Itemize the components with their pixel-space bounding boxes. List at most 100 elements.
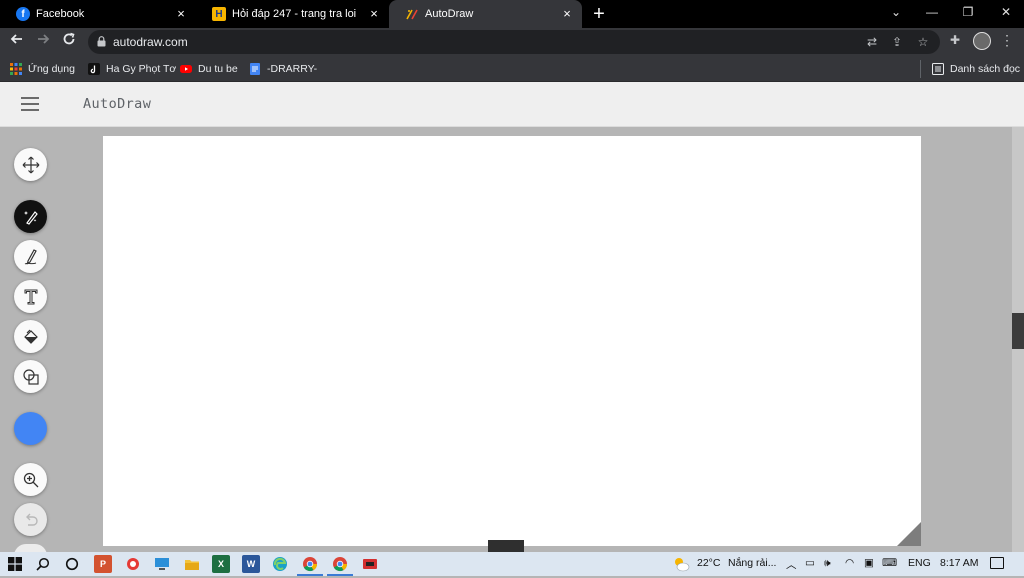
battery-icon[interactable]: ▭ bbox=[805, 557, 815, 569]
hamburger-menu-icon[interactable] bbox=[21, 97, 39, 111]
bookmark-tiktok[interactable]: Ha Gy Phọt Tơ bbox=[88, 61, 176, 77]
restore-button[interactable]: ❐ bbox=[950, 0, 986, 24]
more-menu-icon[interactable]: ⋮ bbox=[999, 32, 1015, 48]
tab-hoidap[interactable]: H Hỏi đáp 247 - trang tra loi × bbox=[196, 0, 389, 28]
autodraw-tool-button[interactable] bbox=[14, 200, 47, 233]
app-header: AutoDraw bbox=[0, 82, 1024, 127]
scrollbar-thumb[interactable] bbox=[1012, 313, 1024, 349]
autodraw-icon bbox=[405, 7, 419, 21]
clock-time[interactable]: 8:17 AM bbox=[940, 557, 979, 569]
weather-temperature: 22°C bbox=[697, 557, 721, 569]
hoidap-icon: H bbox=[212, 7, 226, 21]
tab-title: AutoDraw bbox=[425, 8, 474, 20]
app-title: AutoDraw bbox=[83, 96, 152, 112]
close-tab-icon[interactable]: × bbox=[560, 7, 574, 21]
back-button[interactable] bbox=[7, 32, 27, 52]
undo-tool-button[interactable] bbox=[14, 503, 47, 536]
forward-button[interactable] bbox=[33, 32, 53, 52]
redo-tool-button-partial[interactable] bbox=[14, 544, 47, 552]
vertical-scrollbar[interactable] bbox=[1012, 127, 1024, 552]
bookmark-label: Ứng dụng bbox=[28, 63, 75, 75]
zoom-icon bbox=[23, 472, 38, 487]
zoom-tool-button[interactable] bbox=[14, 463, 47, 496]
new-tab-button[interactable]: + bbox=[588, 3, 610, 25]
bookmark-youtube[interactable]: Du tu be bbox=[180, 61, 238, 77]
word-icon[interactable]: W bbox=[242, 555, 260, 573]
show-hidden-icons-chevron-icon[interactable]: ︿ bbox=[786, 557, 797, 572]
edge-icon[interactable] bbox=[271, 555, 289, 573]
drawing-canvas[interactable] bbox=[103, 136, 921, 546]
tab-title: Facebook bbox=[36, 8, 85, 20]
canvas-resize-handle[interactable] bbox=[897, 522, 921, 546]
close-tab-icon[interactable]: × bbox=[174, 7, 188, 21]
weather-description: Nắng rải... bbox=[728, 557, 777, 569]
app-red-circle-icon[interactable] bbox=[124, 555, 142, 573]
bookmark-label: Ha Gy Phọt Tơ bbox=[106, 63, 177, 75]
file-explorer-icon[interactable] bbox=[183, 555, 201, 573]
volume-icon[interactable]: 🕪 bbox=[824, 557, 831, 570]
paint-bucket-icon bbox=[23, 329, 38, 344]
windows-taskbar: P X W 22°C Nắng rải... ︿ ▭ 🕪 ◠ ▣ ⌨ ENG 8… bbox=[0, 552, 1024, 576]
move-tool-button[interactable] bbox=[14, 148, 47, 181]
bookmark-star-icon[interactable]: ☆ bbox=[915, 34, 931, 50]
reload-button[interactable] bbox=[59, 32, 79, 52]
excel-icon[interactable]: X bbox=[212, 555, 230, 573]
facebook-icon: f bbox=[16, 7, 30, 21]
tab-search-icon[interactable]: ⌄ bbox=[878, 0, 914, 24]
this-pc-icon[interactable] bbox=[153, 555, 171, 573]
wifi-icon[interactable]: ◠ bbox=[845, 557, 854, 569]
draw-tool-button[interactable] bbox=[14, 240, 47, 273]
close-tab-icon[interactable]: × bbox=[367, 7, 381, 21]
bookmark-drarry[interactable]: -DRARRY- bbox=[249, 61, 317, 77]
workspace bbox=[0, 127, 1024, 552]
url-text: autodraw.com bbox=[113, 35, 188, 49]
browser-tab-strip: f Facebook × H Hỏi đáp 247 - trang tra l… bbox=[0, 0, 1024, 28]
powerpoint-icon[interactable]: P bbox=[94, 555, 112, 573]
translate-icon[interactable]: ⇄ bbox=[864, 34, 880, 50]
tab-title: Hỏi đáp 247 - trang tra loi bbox=[232, 8, 357, 20]
close-window-button[interactable]: ✕ bbox=[988, 0, 1024, 24]
fill-tool-button[interactable] bbox=[14, 320, 47, 353]
bookmark-label: Du tu be bbox=[198, 63, 238, 75]
lock-icon bbox=[97, 36, 106, 47]
chrome-icon[interactable] bbox=[297, 555, 323, 576]
keyboard-icon[interactable]: ⌨ bbox=[882, 557, 897, 569]
tiktok-icon bbox=[88, 63, 100, 75]
windows-start-icon[interactable] bbox=[6, 555, 24, 573]
reading-list-button[interactable]: Danh sách đọc bbox=[932, 61, 1020, 77]
undo-icon bbox=[25, 513, 38, 526]
bookmark-apps[interactable]: Ứng dụng bbox=[10, 61, 75, 77]
share-icon[interactable]: ⇪ bbox=[889, 34, 905, 50]
type-tool-button[interactable] bbox=[14, 280, 47, 313]
profile-avatar[interactable] bbox=[973, 32, 991, 50]
notifications-icon[interactable] bbox=[990, 557, 1004, 569]
forward-arrow-icon bbox=[38, 34, 50, 44]
search-icon[interactable] bbox=[34, 555, 52, 573]
pencil-icon bbox=[24, 248, 37, 265]
tab-facebook[interactable]: f Facebook × bbox=[0, 0, 196, 28]
chrome-profile-icon[interactable] bbox=[327, 555, 353, 576]
shapes-icon bbox=[22, 368, 39, 385]
youtube-icon bbox=[180, 65, 192, 73]
reading-list-icon bbox=[932, 63, 944, 75]
meet-now-icon[interactable]: ▣ bbox=[864, 557, 874, 569]
bookmarks-bar: Ứng dụng Ha Gy Phọt Tơ Du tu be -DRARRY-… bbox=[0, 56, 1024, 82]
minimize-button[interactable]: — bbox=[914, 0, 950, 24]
move-icon bbox=[22, 156, 39, 173]
bottom-panel-handle[interactable] bbox=[488, 540, 524, 552]
weather-sun-cloud-icon[interactable] bbox=[672, 555, 690, 573]
shape-tool-button[interactable] bbox=[14, 360, 47, 393]
tab-autodraw[interactable]: AutoDraw × bbox=[389, 0, 582, 28]
back-arrow-icon bbox=[10, 34, 22, 44]
docs-icon bbox=[250, 63, 260, 75]
task-view-icon[interactable] bbox=[63, 555, 81, 573]
color-picker-swatch[interactable] bbox=[14, 412, 47, 445]
browser-toolbar: autodraw.com ⇄ ⇪ ☆ ✚ ⋮ bbox=[0, 28, 1024, 56]
media-app-icon[interactable] bbox=[361, 555, 379, 573]
bookmark-divider bbox=[920, 60, 921, 78]
language-indicator[interactable]: ENG bbox=[908, 557, 931, 569]
text-icon bbox=[24, 289, 37, 304]
extensions-puzzle-icon[interactable]: ✚ bbox=[947, 32, 963, 48]
address-bar[interactable]: autodraw.com ⇄ ⇪ ☆ bbox=[88, 30, 940, 54]
reading-list-label: Danh sách đọc bbox=[950, 63, 1021, 75]
